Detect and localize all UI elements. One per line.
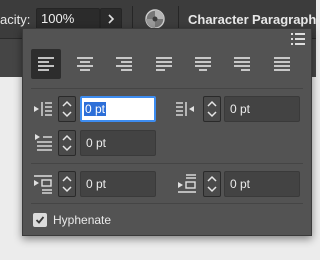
left-indent-stepper[interactable] [58, 96, 76, 122]
justify-all-button[interactable] [267, 49, 297, 79]
stepper-arrows-icon [207, 175, 217, 193]
left-indent-input[interactable]: 0 pt [80, 96, 156, 122]
justify-last-center-button[interactable] [188, 49, 218, 79]
checkmark-icon [35, 216, 45, 224]
stepper-arrows-icon [62, 100, 72, 118]
align-left-button[interactable] [31, 49, 61, 79]
space-before-icon [34, 175, 52, 194]
hyphenate-label: Hyphenate [53, 213, 112, 227]
justify-last-center-icon [195, 57, 211, 71]
character-link[interactable]: Character [188, 12, 249, 27]
opacity-label: acity: [0, 12, 31, 27]
hyphenate-checkbox[interactable] [33, 213, 47, 227]
chevron-right-icon [108, 14, 115, 24]
stepper-arrows-icon [62, 175, 72, 193]
space-after-stepper[interactable] [203, 171, 221, 197]
align-right-icon [116, 57, 132, 71]
justify-last-right-icon [234, 57, 250, 71]
space-after-input[interactable]: 0 pt [224, 171, 300, 197]
first-line-indent-icon [35, 134, 52, 151]
panel-menu-icon[interactable] [291, 33, 305, 45]
left-indent-value: 0 pt [84, 102, 107, 116]
space-before-input[interactable]: 0 pt [80, 171, 156, 197]
section-divider [31, 163, 303, 164]
space-after-icon [178, 174, 196, 193]
justify-last-right-button[interactable] [227, 49, 257, 79]
align-center-button[interactable] [70, 49, 100, 79]
right-indent-icon [176, 102, 194, 116]
right-indent-input[interactable]: 0 pt [224, 96, 300, 122]
stepper-arrows-icon [207, 100, 217, 118]
justify-last-left-icon [156, 57, 172, 71]
right-indent-stepper[interactable] [203, 96, 221, 122]
justify-last-left-button[interactable] [149, 49, 179, 79]
align-right-button[interactable] [109, 49, 139, 79]
justify-all-icon [274, 57, 290, 71]
paragraph-panel: 0 pt 0 pt 0 pt 0 pt 0 pt Hyphenate [22, 28, 312, 236]
first-line-indent-stepper[interactable] [58, 130, 76, 156]
recolor-artwork-icon[interactable] [144, 8, 166, 30]
section-divider [31, 88, 303, 89]
opacity-menu-button[interactable] [100, 8, 122, 30]
opacity-input[interactable]: 100% [36, 8, 100, 30]
paragraph-link[interactable]: Paragraph: [252, 12, 320, 27]
stepper-arrows-icon [62, 134, 72, 152]
space-before-stepper[interactable] [58, 171, 76, 197]
section-divider [31, 203, 303, 204]
first-line-indent-input[interactable]: 0 pt [80, 130, 156, 156]
align-left-icon [38, 57, 54, 71]
align-center-icon [77, 57, 93, 71]
left-indent-icon [34, 102, 52, 116]
